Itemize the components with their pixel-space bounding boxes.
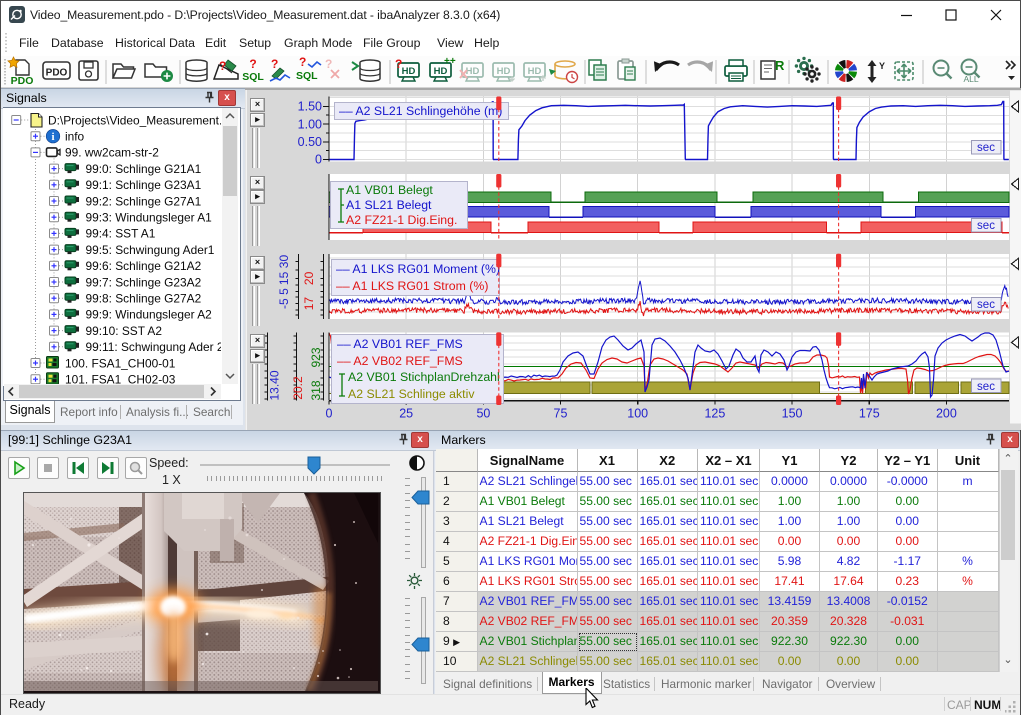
svg-text:20.2: 20.2: [291, 376, 305, 400]
svg-text:i: i: [51, 131, 54, 143]
svg-text:25: 25: [399, 407, 413, 421]
svg-text:75: 75: [554, 407, 568, 421]
svg-text:13.40: 13.40: [268, 370, 282, 400]
svg-text:0: 0: [326, 407, 333, 421]
svg-text:HD: HD: [497, 66, 511, 77]
svg-text:318: 318: [309, 380, 323, 400]
svg-text:?: ?: [325, 57, 332, 71]
svg-text:PDO: PDO: [11, 75, 34, 87]
svg-text:99:1: Schlinge G23A1: 99:1: Schlinge G23A1: [86, 178, 202, 192]
svg-text:100. FSA1_CH00-01: 100. FSA1_CH00-01: [65, 356, 176, 370]
svg-text:99:5: Schwingung Ader1: 99:5: Schwingung Ader1: [86, 243, 215, 257]
svg-text:15: 15: [277, 271, 291, 285]
svg-text:923: 923: [309, 347, 323, 367]
svg-text:99. ww2cam-str-2: 99. ww2cam-str-2: [65, 146, 159, 160]
svg-text:99:0: Schlinge G21A1: 99:0: Schlinge G21A1: [86, 162, 202, 176]
svg-text:-5: -5: [277, 298, 291, 309]
svg-text:50: 50: [476, 407, 490, 421]
svg-text:sec: sec: [977, 220, 995, 232]
svg-text:17: 17: [302, 297, 316, 311]
svg-text:5: 5: [277, 288, 291, 295]
svg-text:info: info: [65, 130, 85, 144]
svg-text:?: ?: [395, 57, 402, 71]
svg-text:99:4: SST A1: 99:4: SST A1: [86, 227, 156, 241]
svg-text:99:9: Windungsleger A2: 99:9: Windungsleger A2: [86, 308, 213, 322]
svg-text:HD: HD: [466, 66, 480, 77]
svg-text:HD: HD: [528, 66, 542, 77]
svg-text:99:2: Schlinge G27A1: 99:2: Schlinge G27A1: [86, 194, 202, 208]
svg-text:HD: HD: [434, 66, 448, 77]
svg-text:?: ?: [271, 57, 278, 71]
svg-text:100: 100: [627, 407, 648, 421]
svg-text:PDO: PDO: [46, 68, 68, 79]
svg-text:?: ?: [249, 57, 256, 71]
svg-text:?: ?: [299, 56, 306, 69]
svg-text:sec: sec: [977, 142, 995, 154]
svg-text:Y: Y: [879, 61, 885, 71]
svg-text:175: 175: [859, 407, 880, 421]
svg-text:99:3: Windungsleger A1: 99:3: Windungsleger A1: [86, 211, 213, 225]
svg-text:125: 125: [704, 407, 725, 421]
svg-text:1.50: 1.50: [298, 100, 322, 114]
svg-text:30: 30: [277, 255, 291, 269]
svg-text:sec: sec: [977, 299, 995, 311]
svg-text:HD: HD: [402, 66, 416, 77]
svg-text:0.50: 0.50: [298, 135, 322, 149]
svg-text:0: 0: [315, 153, 322, 167]
svg-text:99:7: Schlinge G23A2: 99:7: Schlinge G23A2: [86, 275, 202, 289]
svg-text:++: ++: [444, 56, 456, 67]
svg-text:99:11: Schwingung Ader 2: 99:11: Schwingung Ader 2: [86, 340, 222, 354]
svg-text:SQL: SQL: [296, 70, 318, 82]
svg-text:SQL: SQL: [242, 71, 264, 83]
svg-text:150: 150: [782, 407, 803, 421]
svg-text:sec: sec: [977, 381, 995, 393]
svg-text:99:6: Schlinge G21A2: 99:6: Schlinge G21A2: [86, 259, 202, 273]
svg-text:ALL: ALL: [963, 74, 978, 84]
svg-text:1.00: 1.00: [298, 117, 322, 131]
svg-text:?: ?: [219, 59, 226, 73]
svg-text:R: R: [775, 58, 785, 73]
svg-text:20: 20: [302, 271, 316, 285]
svg-text:D:\Projects\Video_Measurement.: D:\Projects\Video_Measurement.dat: [48, 113, 221, 127]
svg-text:99:8: Schlinge G27A2: 99:8: Schlinge G27A2: [86, 292, 202, 306]
svg-text:99:10: SST A2: 99:10: SST A2: [86, 324, 163, 338]
svg-text:200: 200: [936, 407, 957, 421]
